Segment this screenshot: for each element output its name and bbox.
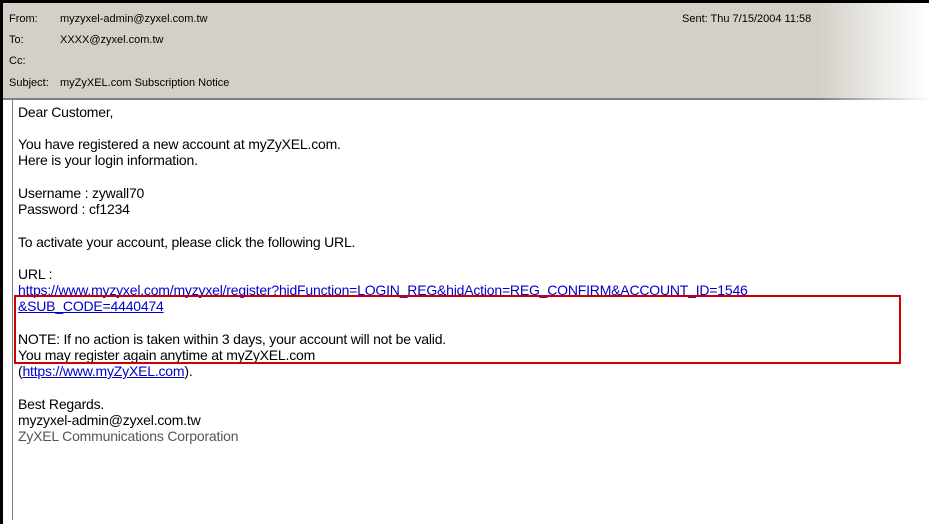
cc-row: Cc: <box>9 53 60 69</box>
password-text: Password : cf1234 <box>18 201 130 217</box>
greeting-text: Dear Customer, <box>18 104 114 120</box>
regards-text: Best Regards. <box>18 396 105 412</box>
username-text: Username : zywall70 <box>18 185 145 201</box>
cc-label: Cc: <box>9 55 26 67</box>
paren-close: ). <box>184 363 193 379</box>
subject-value: myZyXEL.com Subscription Notice <box>60 77 230 89</box>
site-link-line: (https://www.myZyXEL.com). <box>18 363 193 379</box>
signature-email: myzyxel-admin@zyxel.com.tw <box>18 412 201 428</box>
from-label: From: <box>9 13 38 25</box>
subject-row: Subject: myZyXEL.com Subscription Notice <box>9 75 229 91</box>
activate-text: To activate your account, please click t… <box>18 234 356 250</box>
from-row: From: myzyxel-admin@zyxel.com.tw <box>9 11 207 27</box>
to-label: To: <box>9 34 24 46</box>
email-window: From: myzyxel-admin@zyxel.com.tw Sent: Th… <box>0 0 930 524</box>
to-value[interactable]: XXXX@zyxel.com.tw <box>60 32 163 48</box>
sent-value: Thu 7/15/2004 11:58 <box>710 13 812 25</box>
site-link[interactable]: https://www.myZyXEL.com <box>22 363 184 379</box>
url-highlight-box <box>14 295 901 364</box>
to-row: To: XXXX@zyxel.com.tw <box>9 32 163 48</box>
from-value[interactable]: myzyxel-admin@zyxel.com.tw <box>60 11 207 27</box>
signature-company: ZyXEL Communications Corporation <box>18 428 239 444</box>
registered-text: You have registered a new account at myZ… <box>18 136 341 152</box>
sent-label: Sent: <box>682 13 708 25</box>
url-label: URL : <box>18 266 53 282</box>
email-header: From: myzyxel-admin@zyxel.com.tw Sent: Th… <box>3 3 930 98</box>
subject-label: Subject: <box>9 77 49 89</box>
login-info-text: Here is your login information. <box>18 152 198 168</box>
sent-row: Sent: Thu 7/15/2004 11:58 <box>682 11 811 27</box>
